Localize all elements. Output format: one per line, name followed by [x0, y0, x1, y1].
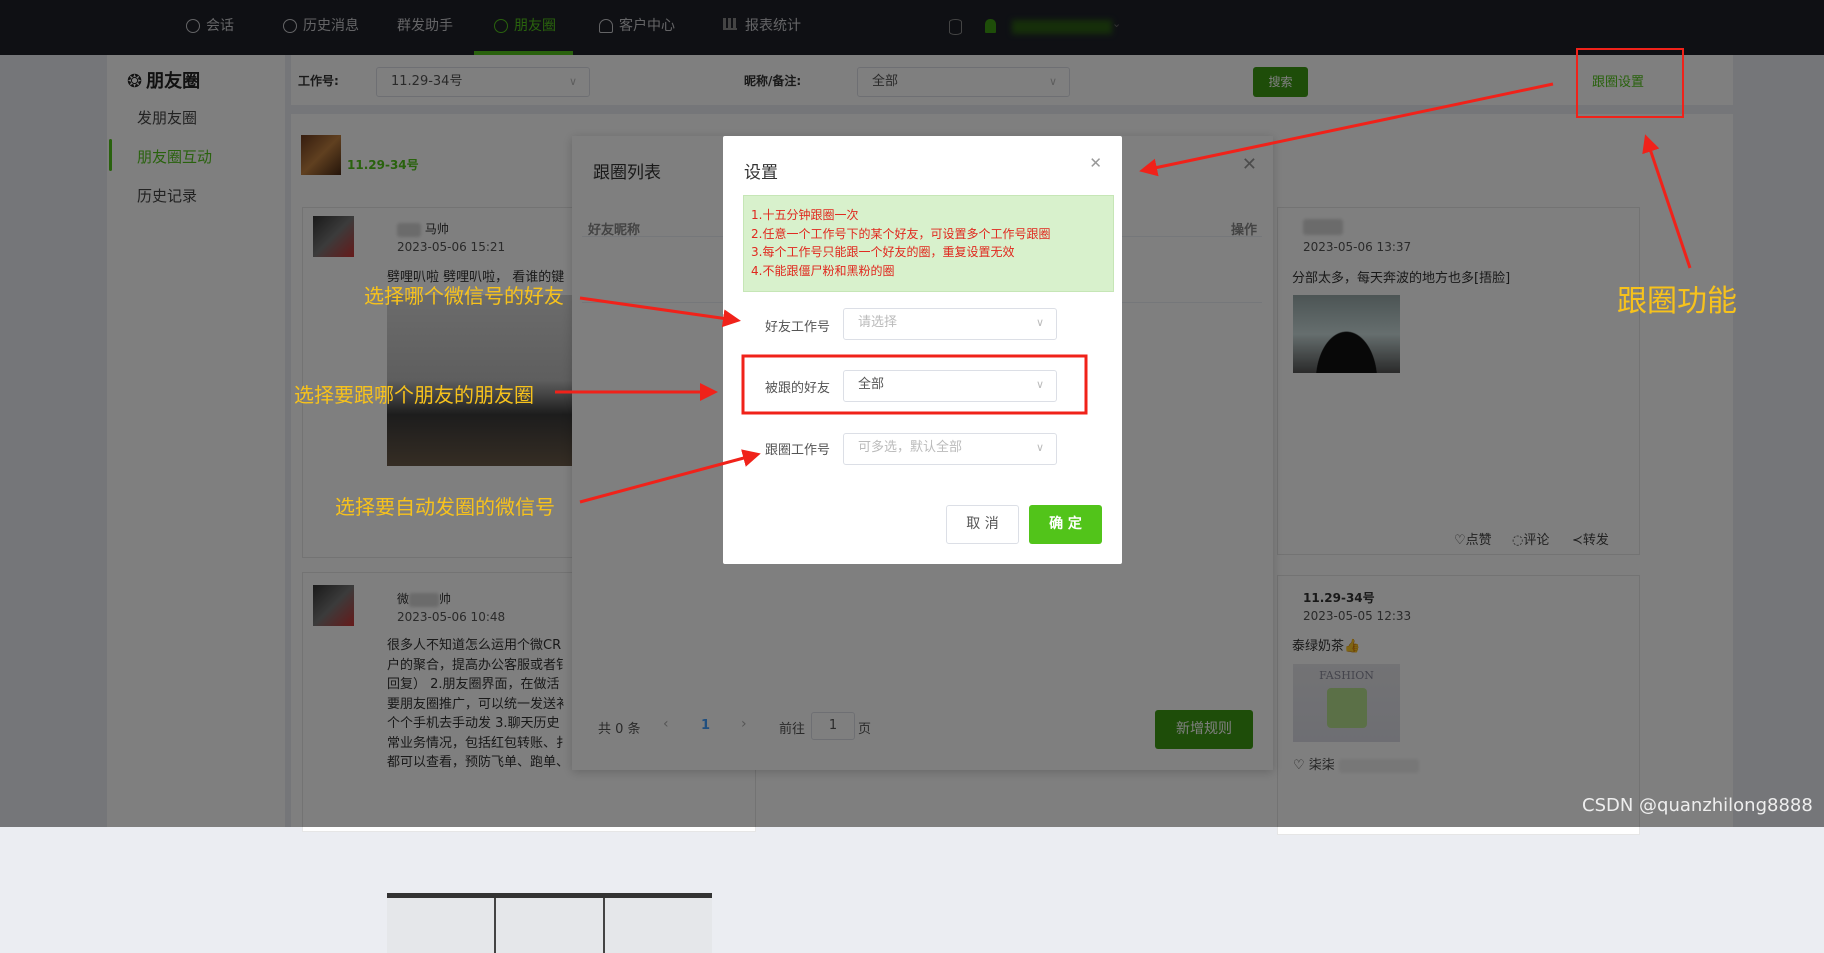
- annotation-label: 选择要跟哪个朋友的朋友圈: [294, 383, 534, 407]
- highlight-box: [1576, 48, 1684, 118]
- arrow: [579, 449, 761, 504]
- annotation-arrows: [555, 48, 1692, 504]
- arrow: [1139, 82, 1554, 177]
- annotation-label: 选择要自动发圈的微信号: [335, 495, 555, 519]
- arrow: [1642, 134, 1692, 269]
- post-images[interactable]: [387, 893, 712, 953]
- arrow: [579, 296, 741, 328]
- highlight-box: [741, 354, 1088, 415]
- annotation-label: 选择哪个微信号的好友: [364, 284, 564, 308]
- annotation-label: 跟圈功能: [1617, 284, 1737, 319]
- watermark: CSDN @quanzhilong8888: [1582, 795, 1813, 816]
